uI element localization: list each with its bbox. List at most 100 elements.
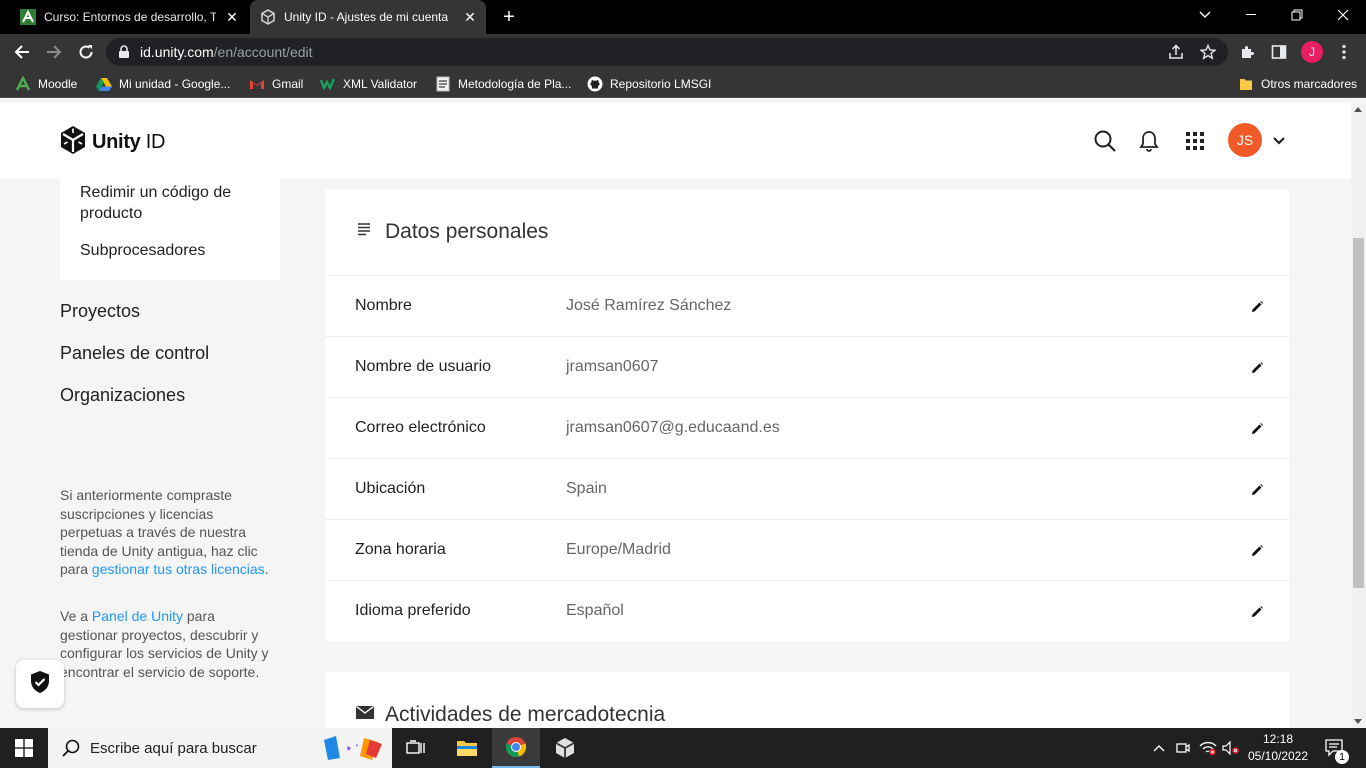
- wifi-off-icon[interactable]: [1198, 728, 1218, 768]
- tab-unity-id[interactable]: Unity ID - Ajustes de mi cuenta ✕: [250, 0, 486, 34]
- manage-licenses-link[interactable]: gestionar tus otras licencias: [92, 561, 265, 577]
- nav-dashboards[interactable]: Paneles de control: [60, 343, 209, 364]
- chevron-down-icon[interactable]: [1265, 127, 1293, 155]
- row-label: Correo electrónico: [355, 419, 486, 436]
- lock-icon[interactable]: [118, 45, 132, 59]
- row-username: Nombre de usuario jramsan0607: [325, 337, 1289, 398]
- bookmark-metodologia[interactable]: Metodología de Pla...: [435, 75, 571, 93]
- row-email: Correo electrónico jramsan0607@g.educaan…: [325, 398, 1289, 459]
- nav-organizations[interactable]: Organizaciones: [60, 385, 185, 406]
- redeem-code-link[interactable]: Redimir un código de producto: [80, 182, 270, 224]
- address-bar[interactable]: id.unity.com/en/account/edit: [106, 38, 1228, 66]
- row-location: Ubicación Spain: [325, 459, 1289, 520]
- pencil-icon[interactable]: [1247, 541, 1267, 561]
- meet-now-icon[interactable]: [1174, 728, 1192, 768]
- card-title: Datos personales: [385, 220, 549, 243]
- pencil-icon[interactable]: [1247, 480, 1267, 500]
- row-value: jramsan0607@g.educaand.es: [566, 419, 780, 436]
- taskbar-search-placeholder: Escribe aquí para buscar: [90, 739, 257, 757]
- tab-title: Unity ID - Ajustes de mi cuenta: [284, 10, 449, 24]
- notification-count-badge: 1: [1335, 750, 1349, 764]
- extensions-icon[interactable]: [1237, 42, 1257, 62]
- minimize-button[interactable]: [1228, 0, 1274, 30]
- unity-hub-icon[interactable]: [541, 728, 589, 768]
- url-text: id.unity.com/en/account/edit: [140, 44, 313, 60]
- search-icon: [62, 739, 80, 757]
- logo-suffix: ID: [145, 131, 166, 153]
- close-tab-icon[interactable]: ✕: [462, 9, 478, 25]
- taskbar-search[interactable]: Escribe aquí para buscar: [48, 728, 392, 768]
- reload-icon[interactable]: [74, 40, 98, 64]
- bookmark-repositorio[interactable]: Repositorio LMSGI: [587, 75, 711, 93]
- forward-arrow-icon[interactable]: [42, 40, 66, 64]
- file-explorer-icon[interactable]: [443, 728, 491, 768]
- new-tab-button[interactable]: +: [498, 6, 520, 28]
- moodle-icon: [15, 76, 31, 92]
- tab-search-icon[interactable]: [1182, 0, 1228, 30]
- taskbar-clock[interactable]: 12:18 05/10/2022: [1244, 731, 1312, 765]
- browser-toolbar: id.unity.com/en/account/edit J: [0, 34, 1366, 70]
- back-arrow-icon[interactable]: [10, 40, 34, 64]
- pencil-icon[interactable]: [1247, 297, 1267, 317]
- row-label: Idioma preferido: [355, 602, 471, 619]
- row-label: Nombre: [355, 297, 412, 314]
- close-window-button[interactable]: [1320, 0, 1366, 30]
- other-bookmarks[interactable]: Otros marcadores: [1238, 75, 1357, 93]
- pencil-icon[interactable]: [1247, 602, 1267, 622]
- unity-panel-link[interactable]: Panel de Unity: [92, 608, 183, 624]
- scroll-down-arrow-icon[interactable]: [1354, 719, 1362, 724]
- task-view-icon[interactable]: [392, 728, 440, 768]
- unity-id-logo[interactable]: Unity ID: [60, 125, 165, 160]
- row-value: Español: [566, 602, 624, 619]
- row-value: Spain: [566, 480, 607, 497]
- personal-data-card: Datos personales Nombre José Ramírez Sán…: [325, 189, 1289, 641]
- pencil-icon[interactable]: [1247, 358, 1267, 378]
- side-panel-icon[interactable]: [1269, 42, 1289, 62]
- nav-projects[interactable]: Proyectos: [60, 301, 140, 322]
- page-scrollbar[interactable]: [1351, 103, 1366, 728]
- apps-grid-icon[interactable]: [1181, 127, 1209, 155]
- bookmark-label: Gmail: [272, 77, 304, 91]
- chrome-icon[interactable]: [492, 728, 540, 768]
- user-avatar[interactable]: JS: [1228, 123, 1262, 157]
- show-hidden-icons-chevron-icon[interactable]: [1150, 728, 1168, 768]
- row-timezone: Zona horaria Europe/Madrid: [325, 520, 1289, 581]
- gmail-icon: [249, 76, 265, 92]
- marketing-card: Actividades de mercadotecnia: [325, 672, 1289, 728]
- note-text: Ve a: [60, 608, 92, 624]
- bookmark-label: XML Validator: [343, 77, 418, 91]
- tab-course[interactable]: Curso: Entornos de desarrollo, Te ✕: [12, 0, 248, 34]
- search-icon[interactable]: [1091, 127, 1119, 155]
- scroll-up-arrow-icon[interactable]: [1354, 107, 1362, 112]
- close-tab-icon[interactable]: ✕: [224, 9, 240, 25]
- scrollbar-thumb[interactable]: [1353, 238, 1364, 588]
- unity-icon: [260, 9, 276, 25]
- volume-muted-icon[interactable]: [1221, 728, 1241, 768]
- browser-profile-avatar[interactable]: J: [1301, 41, 1323, 63]
- logo-brand: Unity: [92, 131, 141, 153]
- account-submenu: Redimir un código de producto Subprocesa…: [60, 179, 280, 280]
- xml-validator-icon: [320, 76, 336, 92]
- envelope-icon: [356, 705, 374, 724]
- notifications-icon[interactable]: 1: [1320, 728, 1350, 768]
- row-label: Zona horaria: [355, 541, 446, 558]
- bookmark-xml-validator[interactable]: XML Validator: [320, 75, 417, 93]
- windows-start-icon[interactable]: [0, 728, 48, 768]
- shield-check-icon: [29, 670, 51, 699]
- privacy-shield-button[interactable]: [16, 660, 64, 708]
- logo-text: Unity ID: [92, 131, 165, 154]
- clock-time: 12:18: [1262, 732, 1294, 746]
- row-value: Europe/Madrid: [566, 541, 671, 558]
- bell-icon[interactable]: [1135, 127, 1163, 155]
- bookmark-star-icon[interactable]: [1198, 42, 1218, 62]
- unity-panel-note: Ve a Panel de Unity para gestionar proye…: [60, 607, 276, 681]
- bookmark-gmail[interactable]: Gmail: [249, 75, 303, 93]
- browser-menu-icon[interactable]: [1334, 42, 1354, 62]
- restore-button[interactable]: [1274, 0, 1320, 30]
- bookmark-moodle[interactable]: Moodle: [15, 75, 77, 93]
- url-host: id.unity.com: [140, 44, 214, 60]
- pencil-icon[interactable]: [1247, 419, 1267, 439]
- bookmark-google-drive[interactable]: Mi unidad - Google...: [96, 75, 230, 93]
- share-icon[interactable]: [1166, 42, 1186, 62]
- subprocessors-link[interactable]: Subprocesadores: [80, 240, 205, 261]
